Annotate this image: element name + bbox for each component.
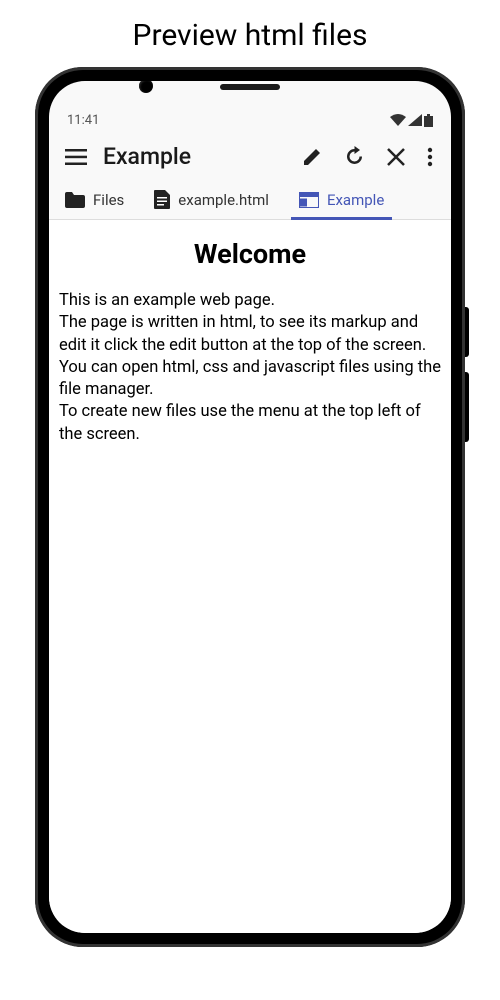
content-heading: Welcome xyxy=(59,238,441,270)
phone-frame: 11:41 Example xyxy=(35,67,465,947)
battery-icon xyxy=(424,114,433,127)
tab-files[interactable]: Files xyxy=(59,180,130,219)
tab-example-html[interactable]: example.html xyxy=(148,180,275,219)
file-icon xyxy=(154,190,170,209)
phone-screen: 11:41 Example xyxy=(49,81,451,933)
tab-bar: Files example.html Example xyxy=(49,180,451,220)
web-icon xyxy=(299,192,319,208)
more-vert-icon xyxy=(427,147,433,167)
app-bar: Example xyxy=(49,131,451,180)
refresh-button[interactable] xyxy=(344,146,365,167)
edit-button[interactable] xyxy=(302,147,322,167)
page-caption: Preview html files xyxy=(133,0,368,67)
signal-icon xyxy=(408,114,422,126)
app-title: Example xyxy=(103,143,292,170)
status-bar: 11:41 xyxy=(49,109,451,131)
phone-volume-button xyxy=(465,372,469,442)
more-button[interactable] xyxy=(427,147,433,167)
phone-speaker xyxy=(220,84,280,90)
phone-camera xyxy=(139,81,153,93)
tab-label: Example xyxy=(327,191,384,209)
refresh-icon xyxy=(344,146,365,167)
wifi-icon xyxy=(390,114,406,126)
status-time: 11:41 xyxy=(67,113,99,128)
hamburger-icon xyxy=(65,149,87,165)
tab-label: Files xyxy=(93,191,124,209)
content-paragraph: You can open html, css and javascript fi… xyxy=(59,357,441,402)
content-paragraph: The page is written in html, to see its … xyxy=(59,312,441,357)
content-paragraph: This is an example web page. xyxy=(59,290,441,312)
phone-notch xyxy=(49,81,451,109)
content-body: This is an example web page. The page is… xyxy=(59,290,441,446)
folder-icon xyxy=(65,192,85,208)
action-buttons xyxy=(302,146,437,167)
pencil-icon xyxy=(302,147,322,167)
content-paragraph: To create new files use the menu at the … xyxy=(59,401,441,446)
preview-content[interactable]: Welcome This is an example web page. The… xyxy=(49,220,451,933)
menu-button[interactable] xyxy=(63,145,93,169)
tab-example[interactable]: Example xyxy=(293,180,390,219)
close-button[interactable] xyxy=(387,148,405,166)
tab-label: example.html xyxy=(178,191,269,209)
phone-power-button xyxy=(465,307,469,357)
status-icons xyxy=(390,114,433,127)
close-icon xyxy=(387,148,405,166)
